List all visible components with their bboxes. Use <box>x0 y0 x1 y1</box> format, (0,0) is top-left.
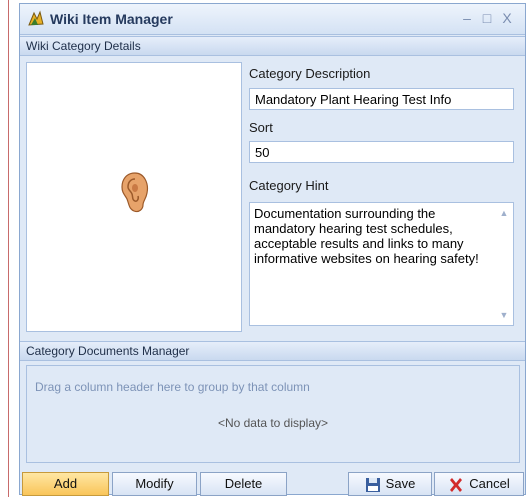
details-section-header: Wiki Category Details <box>20 36 525 56</box>
close-button[interactable]: X <box>499 10 515 26</box>
documents-grid[interactable]: Drag a column header here to group by th… <box>26 365 520 463</box>
save-button[interactable]: Save <box>348 472 432 496</box>
category-image-panel[interactable] <box>26 62 242 332</box>
category-hint-textarea[interactable]: Documentation surrounding the mandatory … <box>249 202 514 326</box>
category-hint-label: Category Hint <box>249 178 329 193</box>
title-bar: Wiki Item Manager – □ X <box>20 4 525 35</box>
cancel-button[interactable]: Cancel <box>434 472 524 496</box>
wiki-item-manager-window: Wiki Item Manager – □ X Wiki Category De… <box>19 3 526 496</box>
red-x-icon <box>450 477 463 492</box>
no-data-message: <No data to display> <box>217 416 329 430</box>
sort-label: Sort <box>249 120 273 135</box>
ear-icon <box>121 172 149 213</box>
maximize-button[interactable]: □ <box>479 10 495 26</box>
scroll-down-arrow-icon[interactable]: ▼ <box>499 311 509 320</box>
documents-section-header: Category Documents Manager <box>20 341 525 361</box>
add-button-label: Add <box>53 476 78 491</box>
minimize-button[interactable]: – <box>459 10 475 26</box>
app-logo-icon <box>28 10 44 26</box>
page-margin-line <box>8 0 9 497</box>
save-button-label: Save <box>385 476 416 491</box>
window-title: Wiki Item Manager <box>50 11 173 27</box>
scroll-up-arrow-icon[interactable]: ▲ <box>499 209 509 218</box>
category-description-field[interactable]: Mandatory Plant Hearing Test Info <box>249 88 514 110</box>
cancel-button-label: Cancel <box>469 476 510 491</box>
modify-button-label: Modify <box>135 476 174 491</box>
add-button[interactable]: Add <box>22 472 109 496</box>
sort-field[interactable]: 50 <box>249 141 514 163</box>
floppy-disk-icon <box>365 477 380 492</box>
delete-button[interactable]: Delete <box>200 472 287 496</box>
group-by-hint[interactable]: Drag a column header here to group by th… <box>35 380 310 394</box>
delete-button-label: Delete <box>224 476 263 491</box>
category-description-label: Category Description <box>249 66 371 81</box>
category-hint-text: Documentation surrounding the mandatory … <box>254 206 479 266</box>
modify-button[interactable]: Modify <box>112 472 197 496</box>
